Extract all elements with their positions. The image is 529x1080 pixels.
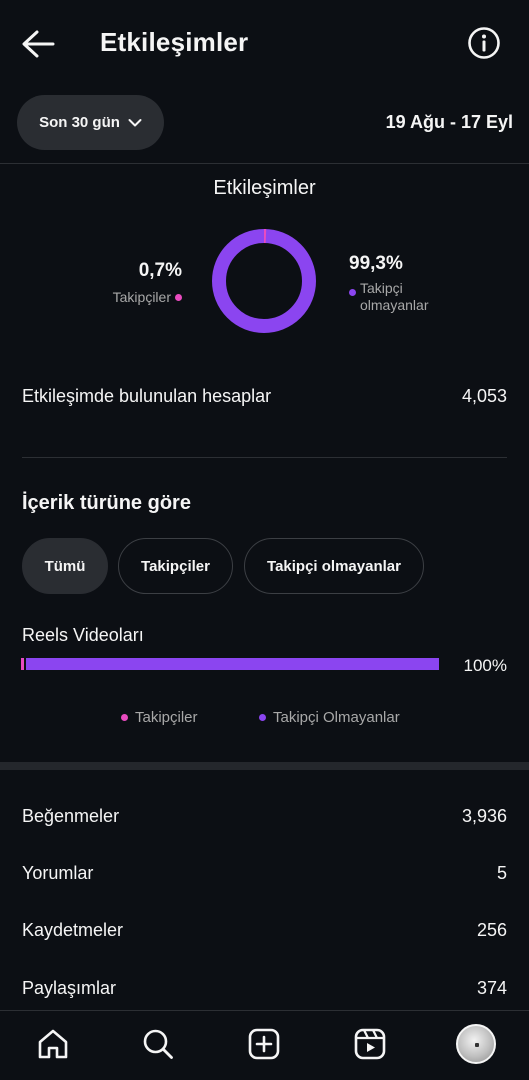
non-followers-dot-icon: [349, 289, 356, 296]
reels-bar: [21, 658, 439, 670]
metric-value: 5: [496, 863, 507, 883]
content-type-title: İçerik türüne göre: [22, 492, 191, 514]
info-icon[interactable]: [467, 26, 501, 60]
header: Etkileşimler: [0, 0, 529, 88]
metric-label: Kaydetmeler: [22, 920, 124, 940]
legend-followers-label: Takipçiler: [135, 709, 198, 726]
followers-dot-icon: [175, 293, 182, 301]
metric-row-saves: Kaydetmeler 256: [22, 920, 507, 941]
reels-label: Reels Videoları: [22, 625, 144, 645]
metric-value: 374: [476, 978, 507, 998]
legend-non-followers: Takipçi Olmayanlar: [259, 709, 400, 726]
non-followers-label-line2: olmayanlar: [360, 297, 429, 313]
metric-row-shares: Paylaşımlar 374: [22, 978, 507, 999]
chip-non-followers-label: Takipçi olmayanlar: [267, 557, 401, 575]
reels-icon[interactable]: [353, 1027, 387, 1061]
followers-legend: Takipçiler: [113, 289, 182, 305]
metric-value: 3,936: [461, 806, 507, 826]
accounts-engaged-value: 4,053: [461, 386, 507, 406]
home-icon[interactable]: [36, 1027, 70, 1061]
legend-non-followers-dot-icon: [259, 714, 266, 721]
non-followers-legend: Takipçi olmayanlar: [349, 280, 428, 314]
metric-row-likes: Beğenmeler 3,936: [22, 806, 507, 827]
engagement-donut-chart: [212, 229, 316, 333]
legend-followers-dot-icon: [121, 714, 128, 721]
non-followers-label: Takipçi olmayanlar: [360, 280, 428, 314]
chip-non-followers[interactable]: Takipçi olmayanlar: [244, 538, 424, 594]
search-icon[interactable]: [141, 1027, 175, 1061]
legend-non-followers-label: Takipçi Olmayanlar: [273, 709, 400, 726]
chip-followers-label: Takipçiler: [141, 557, 210, 575]
profile-avatar[interactable]: [456, 1024, 496, 1064]
reels-bar-non-followers: [26, 658, 439, 670]
date-range-text: 19 Ağu - 17 Eyl: [385, 112, 513, 132]
chip-all-label: Tümü: [44, 557, 86, 575]
non-followers-percentage: 99,3%: [349, 253, 403, 274]
create-icon[interactable]: [247, 1027, 281, 1061]
summary-title: Etkileşimler: [213, 177, 316, 199]
legend-followers: Takipçiler: [121, 709, 198, 726]
metric-row-comments: Yorumlar 5: [22, 863, 507, 884]
accounts-engaged-row: Etkileşimde bulunulan hesaplar 4,053: [22, 386, 507, 407]
metric-label: Paylaşımlar: [22, 978, 117, 998]
followers-percentage: 0,7%: [138, 260, 182, 281]
divider: [22, 457, 507, 458]
arrow-left-icon[interactable]: [20, 28, 56, 60]
metric-label: Beğenmeler: [22, 806, 120, 826]
avatar-mark: [475, 1043, 479, 1047]
divider: [0, 163, 529, 164]
date-range-label: Son 30 gün: [39, 114, 120, 131]
chevron-down-icon: [128, 118, 142, 126]
bottom-nav: [0, 1010, 529, 1080]
followers-label: Takipçiler: [112, 289, 171, 305]
accounts-engaged-label: Etkileşimde bulunulan hesaplar: [22, 386, 272, 406]
metric-label: Yorumlar: [22, 863, 94, 883]
chip-followers[interactable]: Takipçiler: [118, 538, 233, 594]
section-divider: [0, 762, 529, 770]
chip-all[interactable]: Tümü: [22, 538, 108, 594]
metric-value: 256: [476, 920, 507, 940]
date-range-dropdown[interactable]: Son 30 gün: [17, 95, 164, 150]
reels-percentage: 100%: [463, 656, 507, 675]
reels-bar-followers: [21, 658, 24, 670]
non-followers-label-line1: Takipçi: [360, 280, 403, 296]
page-title: Etkileşimler: [100, 27, 249, 57]
